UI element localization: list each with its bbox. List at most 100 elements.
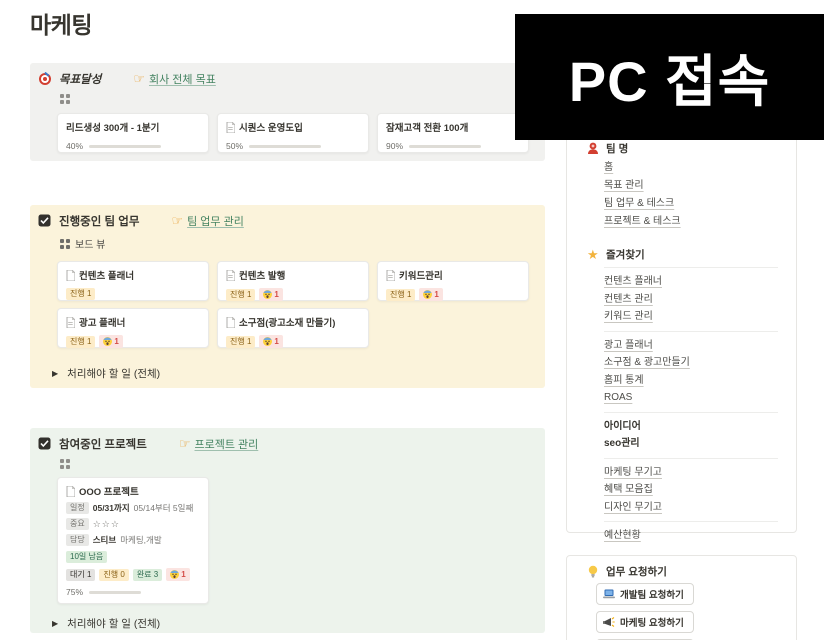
goal-card[interactable]: 시퀀스 운영도입 50% [217, 113, 369, 153]
sidebar-item-team-tasks[interactable]: 팀 업무 & 테스크 [604, 195, 796, 213]
task-card[interactable]: 키워드관리 진행 1 1 [377, 261, 529, 301]
task-card[interactable]: 컨텐츠 플래너 진행 1 [57, 261, 209, 301]
gallery-view-icon [60, 238, 70, 249]
sidebar-item-roas[interactable]: ROAS [604, 389, 796, 407]
pc-access-text: PC 접속 [568, 49, 771, 113]
importance-stars: ☆☆☆ [92, 518, 120, 529]
goal-card[interactable]: 리드생성 300개 - 1분기 40% [57, 113, 209, 153]
goals-section: 목표달성 ☞ 회사 전체 목표 리드생성 300개 - 1분기 40% 시퀀스 … [30, 63, 545, 161]
team-links: 홈 목표 관리 팀 업무 & 테스크 프로젝트 & 테스크 [604, 159, 796, 231]
toggle-triangle-icon: ▶ [52, 619, 59, 628]
checkbox-icon [38, 214, 52, 228]
favorites-group-5: 예산현황 [604, 527, 796, 545]
request-header: 업무 요청하기 [606, 566, 667, 578]
status-badge: 진행 1 [226, 335, 256, 348]
todo-toggle[interactable]: ▶ 처리해야 할 일 (전체) [52, 366, 545, 381]
task-card[interactable]: 컨텐츠 발행 진행 1 1 [217, 261, 369, 301]
importance-label: 중요 [66, 518, 89, 530]
marketing-page: 마케팅 목표달성 ☞ 회사 전체 목표 리드생성 300개 - 1분기 40% [0, 0, 824, 640]
divider [604, 521, 778, 522]
team-name-header: 팀 명 [606, 143, 629, 155]
status-badge: 진행 1 [66, 335, 96, 348]
document-icon [66, 269, 75, 281]
owner-label: 담당 [66, 534, 89, 546]
pointing-finger-icon: ☞ [178, 436, 191, 451]
team-tasks-title: 진행중인 팀 업무 [59, 216, 140, 228]
document-icon [226, 269, 235, 281]
gallery-view-icon[interactable] [60, 459, 545, 469]
divider [604, 267, 778, 268]
sidebar-item-content-planner[interactable]: 컨텐츠 플래너 [604, 273, 796, 291]
done-badge: 완료 3 [132, 568, 163, 581]
progress-percent: 50% [226, 141, 244, 151]
favorites-group-4: 마케팅 무기고 혜택 모음집 디자인 무기고 [604, 464, 796, 517]
document-icon [226, 316, 235, 328]
request-dev-team-button[interactable]: 개발팀 요청하기 [596, 583, 694, 605]
sidebar-item-marketing-arsenal[interactable]: 마케팅 무기고 [604, 464, 796, 482]
sidebar-item-budget-status[interactable]: 예산현황 [604, 527, 796, 545]
sidebar-item-seo-management[interactable]: seo관리 [604, 435, 796, 453]
goal-card[interactable]: 잠재고객 전환 100개 90% [377, 113, 529, 153]
project-manage-link[interactable]: ☞ 프로젝트 관리 [179, 436, 258, 452]
sidebar-item-homepage-stats[interactable]: 홈피 통계 [604, 372, 796, 390]
goals-section-title: 목표달성 [59, 74, 102, 86]
sidebar-item-keyword-management[interactable]: 키워드 관리 [604, 308, 796, 326]
favorites-group-2: 광고 플래너 소구점 & 광고만들기 홈피 통계 ROAS [604, 337, 796, 407]
remaining-badge: 10일 남음 [66, 551, 108, 563]
document-icon [386, 269, 395, 281]
favorites-header: 즐겨찾기 [606, 249, 645, 261]
star-icon: ★ [587, 247, 599, 262]
name-badge-icon [587, 142, 600, 155]
laptop-icon [603, 589, 615, 599]
document-icon [66, 316, 75, 328]
task-card[interactable]: 광고 플래너 진행 1 1 [57, 308, 209, 348]
todo-toggle[interactable]: ▶ 처리해야 할 일 (전체) [52, 616, 545, 631]
progress-percent: 90% [386, 141, 404, 151]
status-badge: 진행 1 [66, 288, 96, 300]
sidebar-item-goal-management[interactable]: 목표 관리 [604, 177, 796, 195]
status-badge: 진행 1 [226, 288, 256, 301]
screaming-face-icon [263, 290, 273, 299]
sidebar-item-home[interactable]: 홈 [604, 159, 796, 177]
alert-badge: 1 [259, 335, 283, 348]
screaming-face-icon [263, 337, 273, 346]
status-badge: 진행 1 [386, 288, 416, 301]
progress-percent: 40% [66, 141, 84, 151]
progress-bar [249, 144, 322, 148]
screaming-face-icon [103, 337, 113, 346]
divider [604, 330, 778, 332]
sidebar-item-ideas[interactable]: 아이디어 [604, 418, 796, 436]
progress-badge: 진행 0 [99, 568, 129, 581]
alert-badge: 1 [166, 568, 190, 581]
team-task-manage-link[interactable]: ☞ 팀 업무 관리 [171, 213, 243, 229]
pointing-finger-icon: ☞ [171, 213, 184, 228]
request-marketing-button[interactable]: 마케팅 요청하기 [596, 611, 694, 633]
sidebar-navigation: 팀 명 홈 목표 관리 팀 업무 & 테스크 프로젝트 & 테스크 ★ 즐겨찾기… [566, 130, 797, 541]
sidebar-item-benefits-collection[interactable]: 혜택 모음집 [604, 481, 796, 499]
document-icon [226, 121, 235, 133]
company-goals-link[interactable]: ☞ 회사 전체 목표 [133, 71, 216, 87]
sidebar-item-ad-planner[interactable]: 광고 플래너 [604, 337, 796, 355]
board-view-tab[interactable]: 보드 뷰 [60, 236, 545, 251]
sidebar-item-design-arsenal[interactable]: 디자인 무기고 [604, 499, 796, 517]
sidebar-item-ad-creation[interactable]: 소구점 & 광고만들기 [604, 354, 796, 372]
megaphone-icon [603, 616, 615, 627]
gallery-view-icon[interactable] [60, 94, 545, 104]
task-card[interactable]: 소구점(광고소재 만들기) 진행 1 1 [217, 308, 369, 348]
document-icon [66, 485, 75, 497]
screaming-face-icon [170, 570, 180, 579]
alert-badge: 1 [259, 288, 283, 301]
progress-bar [409, 144, 482, 148]
progress-bar [89, 144, 162, 148]
screaming-face-icon [423, 290, 433, 299]
sidebar-item-content-management[interactable]: 컨텐츠 관리 [604, 291, 796, 309]
alert-badge: 1 [419, 288, 443, 301]
projects-title: 참여중인 프로젝트 [59, 439, 147, 451]
sidebar-item-projects-tasks[interactable]: 프로젝트 & 테스크 [604, 213, 796, 231]
divider [604, 411, 778, 413]
divider [604, 457, 778, 459]
projects-section: 참여중인 프로젝트 ☞ 프로젝트 관리 OOO 프로젝트 일정 05/31까지 … [30, 428, 545, 633]
project-card[interactable]: OOO 프로젝트 일정 05/31까지 05/14부터 5일째 중요 ☆☆☆ 담… [57, 477, 209, 604]
work-request-panel: 업무 요청하기 개발팀 요청하기 마케팅 요청하기 디자인 요청하기 [566, 555, 797, 640]
target-icon [38, 72, 52, 86]
